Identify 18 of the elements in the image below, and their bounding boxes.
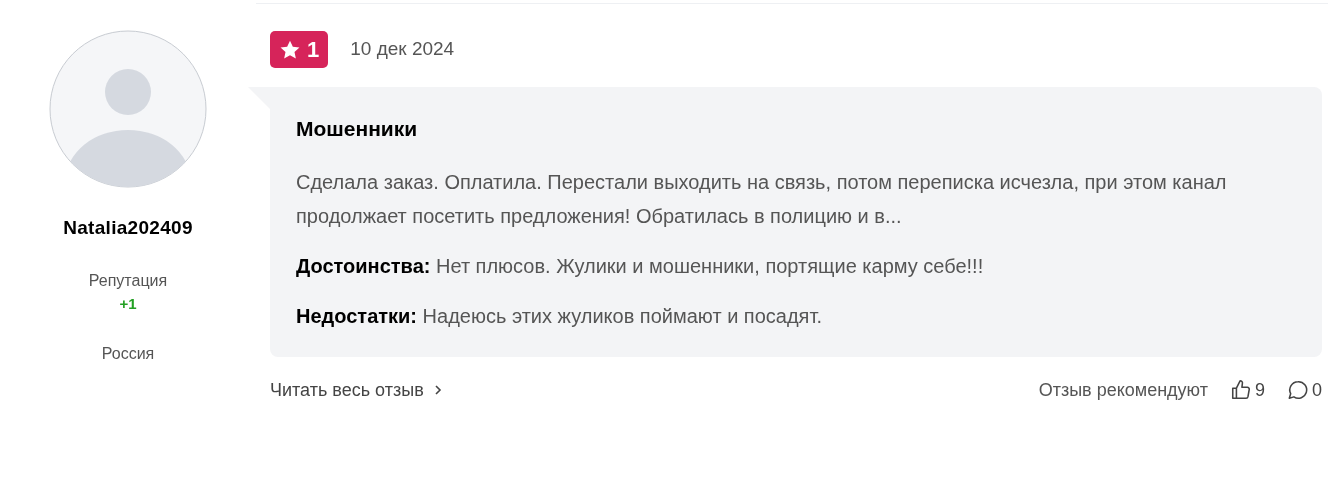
- like-button[interactable]: 9: [1229, 376, 1265, 404]
- avatar-icon: [49, 30, 207, 188]
- review-pros: Достоинства: Нет плюсов. Жулики и мошенники, портящие карму себе!!!: [296, 253, 985, 279]
- reputation-label: Репутация: [88, 270, 168, 291]
- comments-button[interactable]: 0: [1287, 376, 1322, 404]
- rating-badge: 1: [270, 31, 329, 68]
- reputation-value: +1: [119, 293, 137, 314]
- review-title: Мошенники: [296, 116, 419, 142]
- thumbs-up-icon: [1229, 379, 1252, 401]
- recommend-label: Отзыв рекомендуют: [1038, 378, 1208, 402]
- review-date: 10 дек 2024: [350, 37, 455, 62]
- review-text: Сделала заказ. Оплатила. Перестали выходить на связь, потом переписка исчезла, при этом канал продолжает посетить предложения! Обратилась в полицию и в...: [296, 169, 1228, 229]
- review-cons: Недостатки: Надеюсь этих жуликов поймают и посадят.: [296, 303, 823, 329]
- user-country: Россия: [101, 344, 155, 364]
- user-name[interactable]: Natalia202409: [63, 214, 193, 243]
- read-more-link[interactable]: Читать весь отзыв: [270, 376, 442, 404]
- chevron-icon: [433, 384, 442, 396]
- comment-icon: [1287, 379, 1309, 401]
